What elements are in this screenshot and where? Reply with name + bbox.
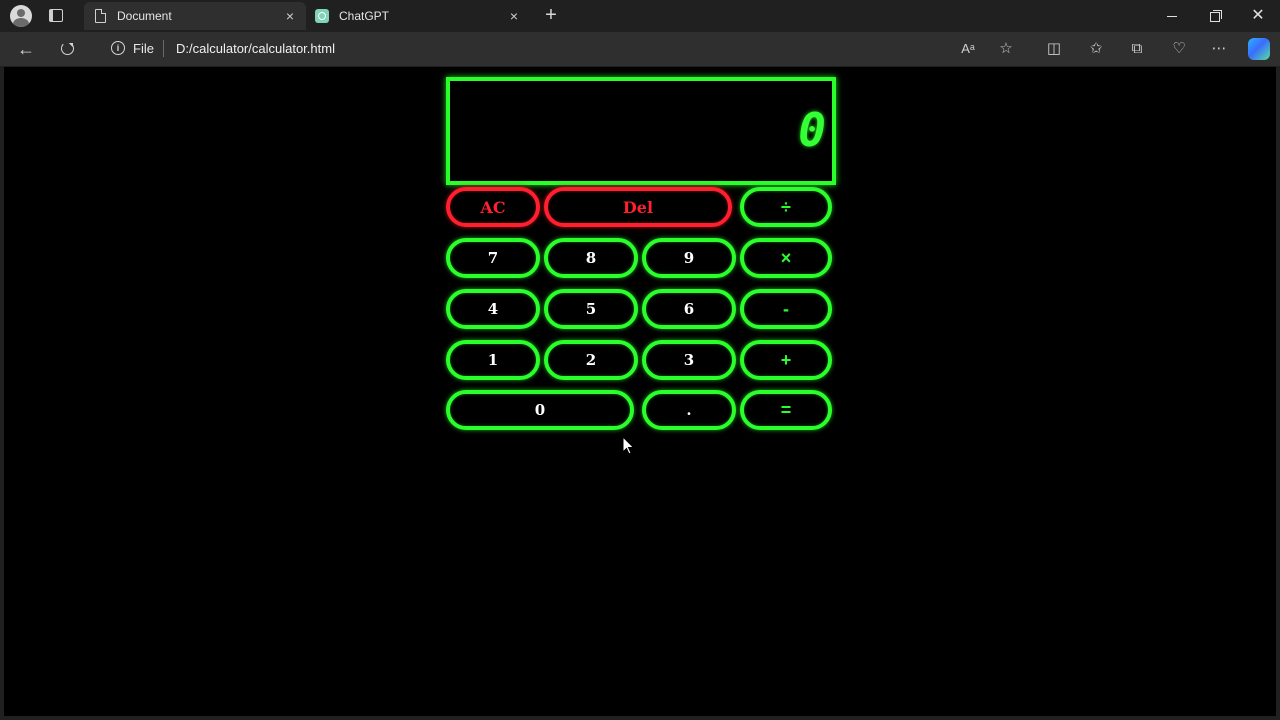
close-tab-icon[interactable]: × <box>506 8 522 24</box>
divide-button[interactable]: ÷ <box>740 187 832 227</box>
minimize-button[interactable] <box>1150 0 1194 32</box>
site-info-icon[interactable]: i <box>111 41 125 55</box>
equals-button[interactable]: = <box>740 390 832 430</box>
split-screen-button[interactable]: ◫ <box>1041 37 1067 61</box>
minus-button[interactable]: - <box>740 289 832 329</box>
profile-avatar-icon[interactable] <box>10 5 32 27</box>
delete-button[interactable]: Del <box>544 187 732 227</box>
copilot-icon[interactable] <box>1248 38 1270 60</box>
star-icon: ☆ <box>999 40 1013 57</box>
calculator-display: 0 <box>446 77 836 185</box>
favorite-button[interactable]: ☆ <box>993 37 1019 61</box>
new-tab-button[interactable]: + <box>540 3 562 27</box>
document-icon <box>93 9 107 23</box>
browser-titlebar: Document × ChatGPT × + ✕ <box>0 0 1280 32</box>
refresh-icon <box>60 42 74 56</box>
address-divider <box>163 40 164 57</box>
tab-chatgpt[interactable]: ChatGPT × <box>306 2 530 30</box>
tab-label: Document <box>117 9 172 23</box>
digit-0-button[interactable]: 0 <box>446 390 634 430</box>
browser-essentials-button[interactable]: ♡ <box>1166 37 1192 61</box>
restore-icon <box>1210 9 1222 22</box>
tab-label: ChatGPT <box>339 9 390 23</box>
restore-button[interactable] <box>1193 0 1237 32</box>
address-bar-url[interactable]: D:/calculator/calculator.html <box>176 41 335 56</box>
address-scheme-label: File <box>133 41 154 56</box>
settings-menu-button[interactable]: ⋯ <box>1206 37 1232 61</box>
collections-button[interactable]: ⧉ <box>1124 37 1150 61</box>
tab-actions-icon[interactable] <box>49 9 63 22</box>
digit-4-button[interactable]: 4 <box>446 289 540 329</box>
minimize-icon <box>1167 16 1177 18</box>
digit-8-button[interactable]: 8 <box>544 238 638 278</box>
read-aloud-icon: A͏ᵃ <box>961 41 975 56</box>
multiply-button[interactable]: × <box>740 238 832 278</box>
mouse-pointer-icon <box>622 436 635 455</box>
display-value: 0 <box>798 103 828 157</box>
page-viewport: 0 AC Del ÷ 7 8 9 × 4 5 6 - 1 2 3 + 0 . = <box>4 67 1276 716</box>
plus-button[interactable]: + <box>740 340 832 380</box>
back-arrow-icon: ← <box>17 39 35 59</box>
digit-6-button[interactable]: 6 <box>642 289 736 329</box>
digit-5-button[interactable]: 5 <box>544 289 638 329</box>
split-screen-icon: ◫ <box>1046 40 1062 57</box>
tab-document[interactable]: Document × <box>84 2 306 30</box>
more-icon: ⋯ <box>1211 40 1227 57</box>
close-icon: ✕ <box>1251 7 1265 24</box>
favorites-button[interactable]: ✩ <box>1083 37 1109 61</box>
read-aloud-button[interactable]: A͏ᵃ <box>955 37 981 61</box>
chatgpt-icon <box>315 9 329 23</box>
favorites-list-icon: ✩ <box>1089 40 1103 57</box>
digit-9-button[interactable]: 9 <box>642 238 736 278</box>
close-tab-icon[interactable]: × <box>282 8 298 24</box>
decimal-button[interactable]: . <box>642 390 736 430</box>
digit-3-button[interactable]: 3 <box>642 340 736 380</box>
browser-toolbar: ← i File D:/calculator/calculator.html A… <box>0 32 1280 66</box>
digit-1-button[interactable]: 1 <box>446 340 540 380</box>
back-button[interactable]: ← <box>14 37 38 61</box>
refresh-button[interactable] <box>55 37 79 61</box>
digit-2-button[interactable]: 2 <box>544 340 638 380</box>
ac-button[interactable]: AC <box>446 187 540 227</box>
heart-pulse-icon: ♡ <box>1172 40 1186 57</box>
close-window-button[interactable]: ✕ <box>1236 0 1280 32</box>
digit-7-button[interactable]: 7 <box>446 238 540 278</box>
collections-icon: ⧉ <box>1131 40 1143 57</box>
